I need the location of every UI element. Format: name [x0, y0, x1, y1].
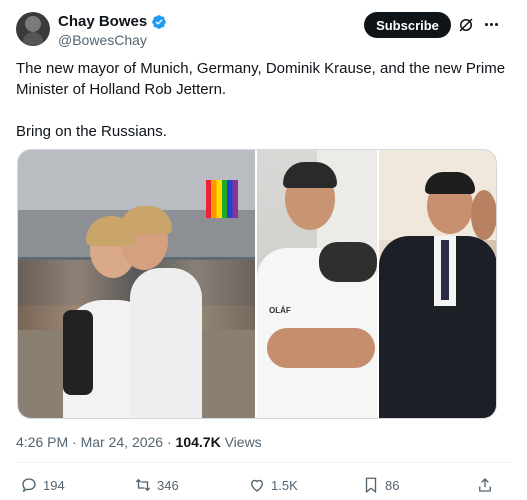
- post-meta: 4:26 PM · Mar 24, 2026 · 104.7K Views: [16, 434, 262, 450]
- meta-separator: ·: [72, 434, 77, 450]
- views-label: Views: [224, 434, 262, 450]
- action-bar: 194 346 1.5K 86: [16, 476, 496, 498]
- grok-icon[interactable]: [457, 16, 475, 34]
- reply-count: 194: [43, 477, 65, 493]
- post-time[interactable]: 4:26 PM: [16, 434, 68, 450]
- like-button[interactable]: 1.5K: [248, 476, 298, 494]
- photo-smiling-man-selfie[interactable]: OLÁF: [257, 150, 377, 418]
- post-text: The new mayor of Munich, Germany, Domini…: [16, 60, 506, 140]
- author-display-name[interactable]: Chay Bowes: [58, 13, 147, 30]
- heart-icon: [251, 479, 263, 492]
- repost-button[interactable]: 346: [134, 476, 179, 494]
- photo-two-men-kissing-street[interactable]: [18, 150, 255, 418]
- reply-icon: [22, 478, 36, 493]
- views-count: 104.7K: [175, 434, 221, 450]
- bookmark-icon: [365, 477, 377, 494]
- media-grid[interactable]: OLÁF: [17, 149, 497, 419]
- author-name-row: Chay Bowes: [58, 13, 167, 30]
- avatar[interactable]: [16, 12, 50, 46]
- subscribe-button[interactable]: Subscribe: [364, 12, 451, 38]
- divider: [16, 462, 511, 463]
- repost-count: 346: [157, 477, 179, 493]
- share-icon: [479, 478, 491, 492]
- photo-men-in-suits-kissing[interactable]: [378, 150, 496, 418]
- post: Chay Bowes @BowesChay Subscribe The new …: [0, 0, 527, 500]
- reply-button[interactable]: 194: [20, 476, 65, 494]
- post-date[interactable]: Mar 24, 2026: [81, 434, 164, 450]
- shirt-text: OLÁF: [269, 306, 291, 315]
- author-handle[interactable]: @BowesChay: [58, 32, 147, 48]
- bookmark-count: 86: [385, 477, 400, 493]
- bookmark-button[interactable]: 86: [362, 476, 399, 494]
- meta-separator-2: ·: [166, 434, 172, 450]
- like-count: 1.5K: [271, 477, 298, 493]
- repost-icon: [135, 478, 151, 492]
- share-button[interactable]: [476, 476, 494, 494]
- more-options-icon[interactable]: [481, 14, 501, 34]
- verified-badge-icon: [152, 14, 167, 29]
